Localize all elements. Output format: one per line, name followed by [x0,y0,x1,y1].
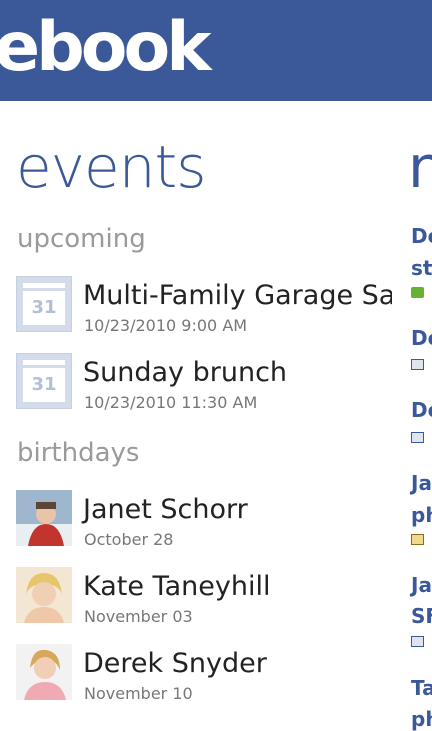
next-panel-title-peek[interactable]: n [408,138,432,196]
news-item-peek[interactable]: Ja [411,473,432,493]
facebook-header: ebook [0,0,432,101]
news-item-peek[interactable]: ph [411,505,432,525]
photo-icon [411,534,424,545]
event-datetime: 10/23/2010 9:00 AM [84,316,248,334]
news-item-peek[interactable]: De [411,226,432,246]
birthday-name: Derek Snyder [83,648,267,679]
news-item-peek[interactable]: Ja [411,575,432,595]
birthday-date: October 28 [84,530,174,548]
avatar [16,567,72,623]
event-title: Sunday brunch [83,357,288,388]
news-item-peek[interactable]: sta [411,258,432,278]
news-item-peek[interactable]: De [411,328,432,348]
avatar [16,490,72,546]
calendar-icon: 31 [16,276,72,332]
like-icon [411,636,424,647]
birthday-item[interactable]: Kate Taneyhill November 03 [16,567,392,625]
like-icon [411,359,424,370]
upcoming-section-header: upcoming [17,224,146,254]
like-icon [411,432,424,443]
birthday-date: November 10 [84,684,193,702]
calendar-icon-day: 31 [23,291,65,325]
birthday-date: November 03 [84,607,193,625]
birthday-item[interactable]: Derek Snyder November 10 [16,644,392,702]
news-item-peek[interactable]: ph [411,709,432,729]
chat-icon [411,287,424,298]
calendar-icon-day: 31 [23,368,65,402]
news-item-peek[interactable]: De [411,400,432,420]
panel-title: events [16,133,206,201]
calendar-icon: 31 [16,353,72,409]
facebook-logo: ebook [0,8,211,87]
news-item-peek[interactable]: Ta [411,678,432,698]
birthday-name: Kate Taneyhill [83,571,271,602]
event-datetime: 10/23/2010 11:30 AM [84,393,258,411]
birthday-name: Janet Schorr [83,494,248,525]
event-title: Multi-Family Garage Sale [83,280,392,311]
news-item-peek[interactable]: SF [411,606,432,626]
event-item[interactable]: 31 Multi-Family Garage Sale 10/23/2010 9… [16,276,392,334]
birthdays-section-header: birthdays [17,438,140,468]
avatar [16,644,72,700]
event-item[interactable]: 31 Sunday brunch 10/23/2010 11:30 AM [16,353,392,411]
birthday-item[interactable]: Janet Schorr October 28 [16,490,392,548]
